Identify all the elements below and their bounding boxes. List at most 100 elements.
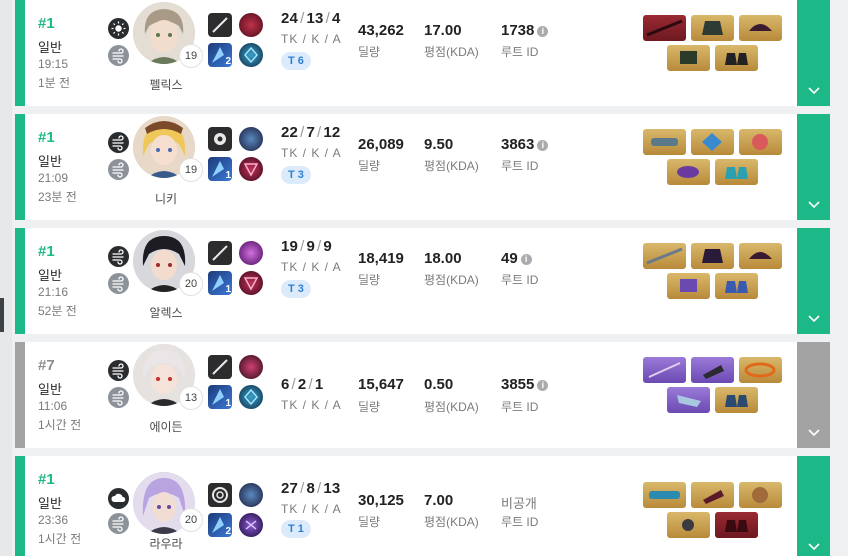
expand-button[interactable] xyxy=(797,536,830,556)
sub-trait-icon[interactable] xyxy=(239,43,263,67)
route-value: 비공개 xyxy=(501,493,537,512)
character-level: 20 xyxy=(179,272,203,296)
match-card[interactable]: #1 일반 23:36 1시간 전 20 라우라 2 27/8/13 TK / … xyxy=(15,456,830,556)
character-name: 알렉스 xyxy=(149,306,183,320)
item-head-icon[interactable] xyxy=(739,243,782,269)
item-leg-icon[interactable] xyxy=(715,45,758,71)
match-time: 21:16 xyxy=(38,285,69,299)
weapon-skill-icon[interactable] xyxy=(208,483,232,507)
separator: / xyxy=(317,124,322,141)
chevron-down-icon xyxy=(807,543,820,551)
item-weapon-icon[interactable] xyxy=(643,357,686,383)
match-card[interactable]: #1 일반 19:15 1분 전 19 펠릭스 2 24/13/4 TK / K… xyxy=(15,0,830,106)
item-weapon-icon[interactable] xyxy=(643,15,686,41)
expand-panel[interactable] xyxy=(797,0,830,106)
assists: 1 xyxy=(314,376,324,393)
match-card[interactable]: #1 일반 21:09 23분 전 19 니키 1 22/7/12 TK / K… xyxy=(15,114,830,220)
character-name: 펠릭스 xyxy=(149,78,183,92)
item-arm-icon[interactable] xyxy=(667,159,710,185)
match-rank: #7 xyxy=(38,357,55,374)
damage-label: 딜량 xyxy=(358,515,381,529)
item-head-icon[interactable] xyxy=(739,482,782,508)
team-kills: 27 xyxy=(281,480,299,497)
main-trait-icon[interactable] xyxy=(239,355,263,379)
item-chest-icon[interactable] xyxy=(691,357,734,383)
item-head-icon[interactable] xyxy=(739,357,782,383)
match-rank: #1 xyxy=(38,15,55,32)
expand-button[interactable] xyxy=(797,80,830,106)
main-trait-icon[interactable] xyxy=(239,241,263,265)
item-weapon-icon[interactable] xyxy=(643,129,686,155)
game-mode: 일반 xyxy=(38,268,62,283)
tactical-skill-level: 1 xyxy=(225,284,231,295)
item-chest-icon[interactable] xyxy=(691,482,734,508)
info-icon[interactable]: i xyxy=(537,380,549,391)
item-arm-icon[interactable] xyxy=(667,273,710,299)
item-leg-icon[interactable] xyxy=(715,159,758,185)
expand-button[interactable] xyxy=(797,422,830,448)
item-leg-icon[interactable] xyxy=(715,273,758,299)
match-card[interactable]: #1 일반 21:16 52분 전 20 알렉스 1 19/9/9 TK / K… xyxy=(15,228,830,334)
tactical-skill-level: 1 xyxy=(225,170,231,181)
team-kills: 24 xyxy=(281,10,299,27)
expand-panel[interactable] xyxy=(797,114,830,220)
character-name: 에이든 xyxy=(149,420,183,434)
info-icon[interactable]: i xyxy=(520,254,532,265)
info-icon[interactable]: i xyxy=(537,140,549,151)
score-label: 평점(KDA) xyxy=(424,400,479,414)
main-trait-icon[interactable] xyxy=(239,13,263,37)
match-card[interactable]: #7 일반 11:06 1시간 전 13 에이든 1 6/2/1 TK / K … xyxy=(15,342,830,448)
tier-badge: T 1 xyxy=(281,520,311,538)
weapon-skill-icon[interactable] xyxy=(208,127,232,151)
route-value: 3855 i xyxy=(501,376,549,393)
item-arm-icon[interactable] xyxy=(667,387,710,413)
tactical-skill-icon[interactable]: 2 xyxy=(208,513,232,537)
sub-trait-icon[interactable] xyxy=(239,271,263,295)
expand-panel[interactable] xyxy=(797,228,830,334)
item-leg-icon[interactable] xyxy=(715,387,758,413)
item-weapon-icon[interactable] xyxy=(643,243,686,269)
result-bar xyxy=(15,456,25,556)
character-name: 라우라 xyxy=(149,537,183,551)
expand-button[interactable] xyxy=(797,194,830,220)
kda-values: 6/2/1 xyxy=(281,376,323,393)
weapon-skill-icon[interactable] xyxy=(208,13,232,37)
tactical-skill-icon[interactable]: 2 xyxy=(208,43,232,67)
wind-icon xyxy=(108,246,129,267)
expand-panel[interactable] xyxy=(797,342,830,448)
result-bar xyxy=(15,228,25,334)
main-trait-icon[interactable] xyxy=(239,483,263,507)
damage-value: 15,647 xyxy=(358,376,404,393)
weapon-skill-icon[interactable] xyxy=(208,355,232,379)
item-head-icon[interactable] xyxy=(739,15,782,41)
expand-panel[interactable] xyxy=(797,456,830,556)
item-chest-icon[interactable] xyxy=(691,243,734,269)
item-chest-icon[interactable] xyxy=(691,15,734,41)
team-kills: 19 xyxy=(281,238,299,255)
item-chest-icon[interactable] xyxy=(691,129,734,155)
sub-trait-icon[interactable] xyxy=(239,157,263,181)
item-arm-icon[interactable] xyxy=(667,45,710,71)
kda-values: 27/8/13 xyxy=(281,480,340,497)
item-leg-icon[interactable] xyxy=(715,512,758,538)
main-trait-icon[interactable] xyxy=(239,127,263,151)
sub-trait-icon[interactable] xyxy=(239,513,263,537)
chevron-down-icon xyxy=(807,315,820,323)
tactical-skill-icon[interactable]: 1 xyxy=(208,157,232,181)
item-head-icon[interactable] xyxy=(739,129,782,155)
result-bar xyxy=(15,342,25,448)
tactical-skill-icon[interactable]: 1 xyxy=(208,385,232,409)
weapon-skill-icon[interactable] xyxy=(208,241,232,265)
tier-badge: T 3 xyxy=(281,280,311,298)
damage-value: 43,262 xyxy=(358,22,404,39)
tactical-skill-icon[interactable]: 1 xyxy=(208,271,232,295)
item-weapon-icon[interactable] xyxy=(643,482,686,508)
character-level: 20 xyxy=(179,508,203,532)
team-kills: 6 xyxy=(281,376,290,393)
expand-button[interactable] xyxy=(797,308,830,334)
sub-trait-icon[interactable] xyxy=(239,385,263,409)
character-level: 19 xyxy=(179,44,203,68)
assists: 12 xyxy=(323,124,341,141)
item-arm-icon[interactable] xyxy=(667,512,710,538)
info-icon[interactable]: i xyxy=(537,26,549,37)
